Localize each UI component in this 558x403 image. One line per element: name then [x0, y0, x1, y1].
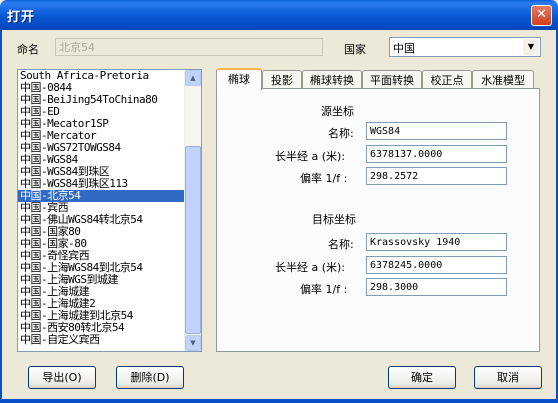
- source-flattening-label: 偏率 1/f :: [300, 172, 348, 185]
- target-semi-major-field[interactable]: 6378245.0000: [366, 256, 507, 274]
- scroll-up-icon[interactable]: ▲: [185, 70, 201, 86]
- scroll-thumb[interactable]: [185, 146, 201, 334]
- tab-ellipsoid-transform[interactable]: 椭球转换: [302, 70, 362, 89]
- source-semi-major-field[interactable]: 6378137.0000: [366, 145, 507, 163]
- list-item[interactable]: 中国-自定义宾西: [18, 334, 201, 346]
- source-semi-major-label: 长半经 a (米):: [275, 150, 346, 163]
- tab-ellipsoid[interactable]: 椭球: [216, 68, 262, 90]
- source-name-field[interactable]: WGS84: [366, 122, 507, 140]
- country-select[interactable]: 中国 ▼: [389, 37, 541, 57]
- tab-projection[interactable]: 投影: [262, 70, 302, 89]
- tab-control-points[interactable]: 校正点: [422, 70, 472, 89]
- list-scrollbar[interactable]: ▲ ▼: [184, 70, 201, 351]
- name-label: 命名: [17, 43, 39, 56]
- country-label: 国家: [344, 43, 366, 56]
- title-bar: 打开 ✕: [0, 0, 558, 30]
- source-name-label: 名称:: [328, 127, 354, 140]
- tab-plane-transform[interactable]: 平面转换: [362, 70, 422, 89]
- delete-button[interactable]: 删除(D): [116, 366, 184, 389]
- target-name-label: 名称:: [328, 238, 354, 251]
- scroll-down-icon[interactable]: ▼: [185, 335, 201, 351]
- source-flattening-field[interactable]: 298.2572: [366, 167, 507, 185]
- window-title: 打开: [7, 10, 36, 25]
- close-icon: ✕: [536, 7, 547, 22]
- target-flattening-label: 偏率 1/f :: [300, 283, 348, 296]
- source-heading: 源坐标: [321, 105, 354, 118]
- cancel-button[interactable]: 取消: [474, 366, 542, 389]
- country-selected-value: 中国: [393, 42, 415, 55]
- ok-button[interactable]: 确定: [388, 366, 456, 389]
- target-semi-major-label: 长半经 a (米):: [275, 261, 346, 274]
- target-name-field[interactable]: Krassovsky 1940: [366, 233, 507, 251]
- target-heading: 目标坐标: [312, 213, 356, 226]
- export-button[interactable]: 导出(O): [28, 366, 96, 389]
- list-items: South Africa-Pretoria 中国-0844 中国-BeiJing54…: [18, 70, 201, 346]
- preset-list[interactable]: South Africa-Pretoria 中国-0844 中国-BeiJing54…: [17, 69, 202, 352]
- close-button[interactable]: ✕: [531, 5, 552, 26]
- name-input[interactable]: 北京54: [55, 38, 323, 56]
- chevron-down-icon[interactable]: ▼: [523, 39, 539, 55]
- target-flattening-field[interactable]: 298.3000: [366, 278, 507, 296]
- tab-level-model[interactable]: 水准模型: [472, 70, 534, 89]
